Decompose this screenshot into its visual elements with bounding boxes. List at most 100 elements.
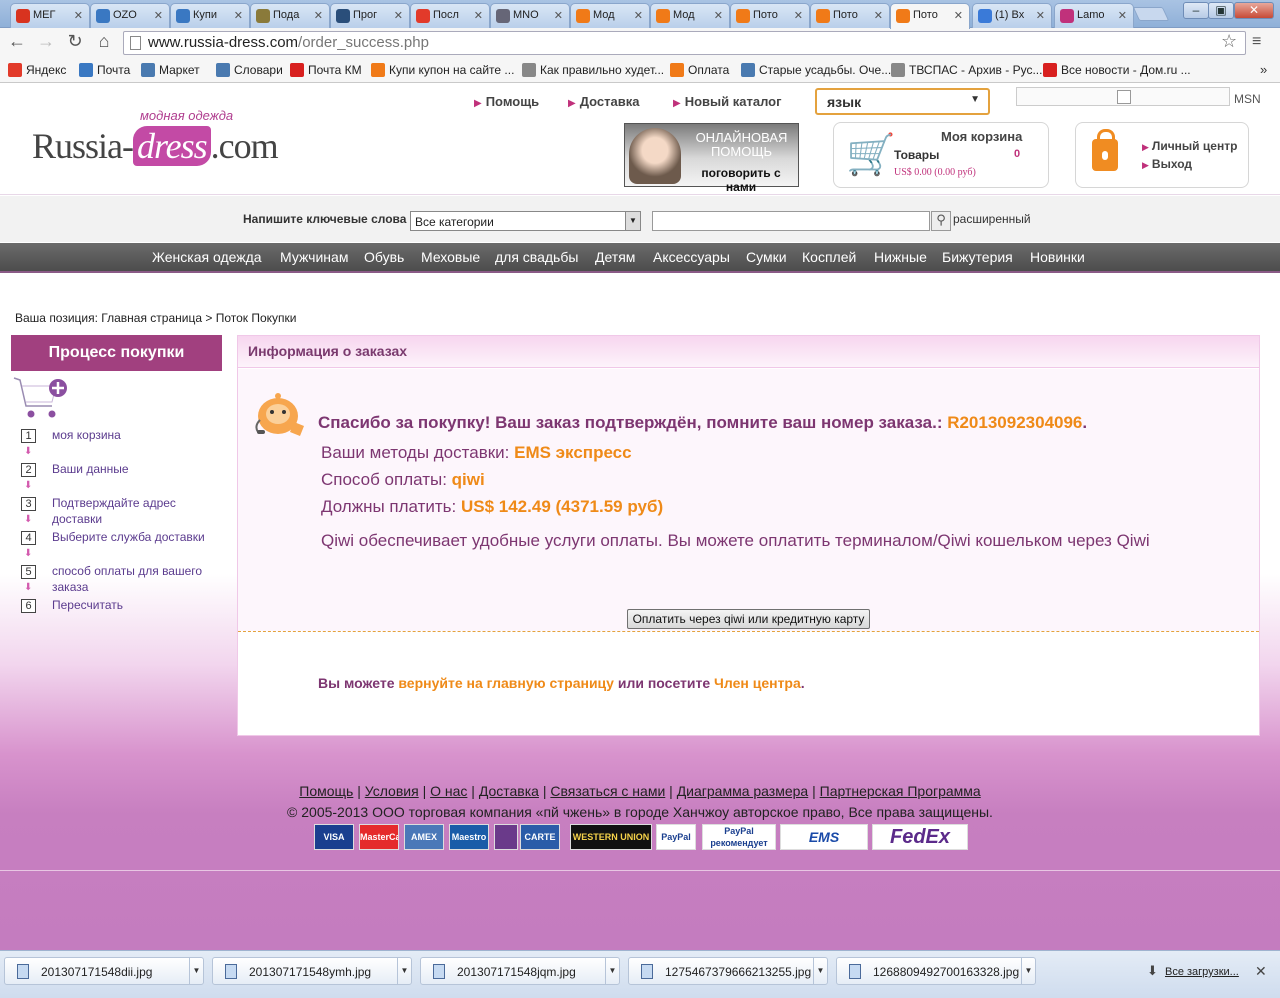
footer-link[interactable]: Связаться с нами bbox=[550, 783, 665, 799]
settings-wrench-icon[interactable]: ≡ bbox=[1252, 33, 1261, 51]
home-link[interactable]: вернуйте на главную страницу bbox=[398, 675, 614, 691]
bookmark-item[interactable]: ТВСПАС - Архив - Рус... bbox=[891, 63, 1042, 77]
bookmark-item[interactable]: Как правильно худет... bbox=[522, 63, 664, 77]
new-tab-button[interactable] bbox=[1132, 7, 1170, 21]
nav-item[interactable]: Нижные bbox=[874, 249, 927, 265]
footer-link[interactable]: О нас bbox=[430, 783, 467, 799]
bookmark-item[interactable]: Маркет bbox=[141, 63, 200, 77]
nav-item[interactable]: для свадьбы bbox=[495, 249, 578, 265]
browser-tab[interactable]: Пото ✕ bbox=[890, 3, 970, 29]
browser-tab[interactable]: Мод ✕ bbox=[650, 3, 730, 28]
close-icon[interactable]: ✕ bbox=[954, 9, 963, 22]
search-input[interactable] bbox=[652, 211, 930, 231]
chevron-down-icon[interactable]: ▼ bbox=[1021, 958, 1035, 984]
footer-link[interactable]: Партнерская Программа bbox=[820, 783, 981, 799]
download-item[interactable]: 201307171548dii.jpg ▼ bbox=[4, 957, 204, 985]
download-item[interactable]: 201307171548ymh.jpg ▼ bbox=[212, 957, 412, 985]
browser-tab[interactable]: Посл ✕ bbox=[410, 3, 490, 28]
browser-tab[interactable]: OZO ✕ bbox=[90, 3, 170, 28]
chevron-down-icon[interactable]: ▼ bbox=[397, 958, 411, 984]
bookmark-item[interactable]: Старые усадьбы. Оче... bbox=[741, 63, 891, 77]
bookmark-item[interactable]: Почта bbox=[79, 63, 130, 77]
toplink-new-catalog[interactable]: ▶ Новый каталог bbox=[673, 94, 782, 109]
browser-tab[interactable]: Пода ✕ bbox=[250, 3, 330, 28]
nav-item[interactable]: Аксессуары bbox=[653, 249, 730, 265]
browser-tab[interactable]: Пото ✕ bbox=[810, 3, 890, 28]
language-select[interactable]: язык ▼ bbox=[815, 88, 990, 115]
toplink-help[interactable]: ▶ Помощь bbox=[474, 94, 539, 109]
browser-tab[interactable]: Купи ✕ bbox=[170, 3, 250, 28]
minimize-button[interactable]: – bbox=[1183, 2, 1209, 19]
address-bar[interactable]: www.russia-dress.com/order_success.php bbox=[123, 31, 1246, 55]
download-item[interactable]: 201307171548jqm.jpg ▼ bbox=[420, 957, 620, 985]
pay-button[interactable]: Оплатить через qiwi или кредитную карту bbox=[627, 609, 870, 629]
nav-item[interactable]: Косплей bbox=[802, 249, 856, 265]
close-icon[interactable]: ✕ bbox=[1036, 9, 1045, 22]
online-help-banner[interactable]: ОНЛАЙНОВАЯ ПОМОЩЬ поговорить с нами bbox=[624, 123, 799, 194]
close-icon[interactable]: ✕ bbox=[634, 9, 643, 22]
close-icon[interactable]: ✕ bbox=[74, 9, 83, 22]
nav-item[interactable]: Меховые bbox=[421, 249, 480, 265]
forward-icon[interactable]: → bbox=[34, 31, 58, 52]
bookmark-item[interactable]: Все новости - Дом.ru ... bbox=[1043, 63, 1191, 77]
bookmark-item[interactable]: Купи купон на сайте ... bbox=[371, 63, 514, 77]
chevron-down-icon[interactable]: ▼ bbox=[813, 958, 827, 984]
browser-tab[interactable]: MNO ✕ bbox=[490, 3, 570, 28]
reload-icon[interactable]: ↻ bbox=[63, 31, 87, 52]
close-window-button[interactable]: ✕ bbox=[1234, 2, 1274, 19]
advanced-search-link[interactable]: расширенный bbox=[953, 212, 1031, 226]
thanks-end: . bbox=[1082, 413, 1088, 432]
home-icon[interactable]: ⌂ bbox=[92, 31, 116, 52]
download-item[interactable]: 1275467379666213255.jpg ▼ bbox=[628, 957, 828, 985]
search-icon[interactable]: ⚲ bbox=[931, 211, 951, 231]
account-center-link[interactable]: ▶ Личный центр bbox=[1142, 139, 1237, 153]
nav-item[interactable]: Бижутерия bbox=[942, 249, 1013, 265]
close-icon[interactable]: ✕ bbox=[714, 9, 723, 22]
mini-cart[interactable]: 🛒 Моя корзина Товары 0 US$ 0.00 (0.00 ру… bbox=[833, 122, 1049, 188]
footer-link[interactable]: Помощь bbox=[299, 783, 353, 799]
toplink-delivery[interactable]: ▶ Доставка bbox=[568, 94, 639, 109]
browser-tab[interactable]: (1) Вх ✕ bbox=[972, 3, 1052, 28]
bookmarks-overflow-icon[interactable]: » bbox=[1260, 62, 1267, 77]
browser-tab[interactable]: Прог ✕ bbox=[330, 3, 410, 28]
footer-link[interactable]: Диаграмма размера bbox=[677, 783, 809, 799]
browser-tab[interactable]: Lamo ✕ bbox=[1054, 3, 1134, 28]
browser-tab[interactable]: Пото ✕ bbox=[730, 3, 810, 28]
close-icon[interactable]: ✕ bbox=[554, 9, 563, 22]
close-icon[interactable]: ✕ bbox=[234, 9, 243, 22]
nav-item[interactable]: Сумки bbox=[746, 249, 787, 265]
close-icon[interactable]: ✕ bbox=[394, 9, 403, 22]
maximize-button[interactable]: ▣ bbox=[1208, 2, 1234, 19]
bookmark-item[interactable]: Почта КМ bbox=[290, 63, 362, 77]
nav-item[interactable]: Обувь bbox=[364, 249, 404, 265]
footer-link[interactable]: Доставка bbox=[479, 783, 539, 799]
bookmark-item[interactable]: Яндекс bbox=[8, 63, 66, 77]
chevron-down-icon[interactable]: ▼ bbox=[189, 958, 203, 984]
close-icon[interactable]: ✕ bbox=[474, 9, 483, 22]
back-icon[interactable]: ← bbox=[5, 31, 29, 52]
site-logo[interactable]: Russia-dress .com bbox=[32, 125, 279, 167]
close-icon[interactable]: ✕ bbox=[1255, 963, 1267, 980]
bookmark-icon bbox=[1043, 63, 1057, 77]
chevron-down-icon[interactable]: ▼ bbox=[605, 958, 619, 984]
nav-item[interactable]: Новинки bbox=[1030, 249, 1085, 265]
bookmark-star-icon[interactable]: ☆ bbox=[1221, 31, 1237, 52]
browser-tab[interactable]: МЕГ ✕ bbox=[10, 3, 90, 28]
category-select[interactable]: Все категории ▼ bbox=[410, 211, 641, 231]
logout-link[interactable]: ▶ Выход bbox=[1142, 157, 1192, 171]
close-icon[interactable]: ✕ bbox=[874, 9, 883, 22]
bookmark-item[interactable]: Словари bbox=[216, 63, 283, 77]
member-center-link[interactable]: Член центра bbox=[714, 675, 801, 691]
nav-item[interactable]: Мужчинам bbox=[280, 249, 348, 265]
close-icon[interactable]: ✕ bbox=[154, 9, 163, 22]
browser-tab[interactable]: Мод ✕ bbox=[570, 3, 650, 28]
nav-item[interactable]: Детям bbox=[595, 249, 635, 265]
close-icon[interactable]: ✕ bbox=[314, 9, 323, 22]
close-icon[interactable]: ✕ bbox=[794, 9, 803, 22]
close-icon[interactable]: ✕ bbox=[1118, 9, 1127, 22]
footer-link[interactable]: Условия bbox=[365, 783, 419, 799]
all-downloads-link[interactable]: Все загрузки... bbox=[1165, 966, 1239, 978]
download-item[interactable]: 1268809492700163328.jpg ▼ bbox=[836, 957, 1036, 985]
nav-item[interactable]: Женская одежда bbox=[152, 249, 262, 265]
bookmark-item[interactable]: Оплата bbox=[670, 63, 729, 77]
